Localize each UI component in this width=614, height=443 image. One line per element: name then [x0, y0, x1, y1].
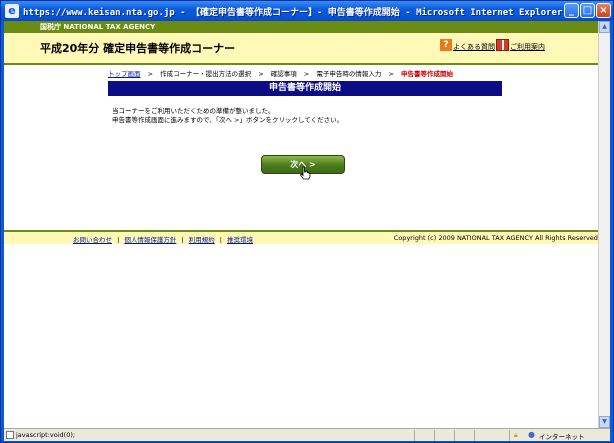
lock-icon: 🔒︎ [514, 431, 518, 439]
section-heading: 申告書等作成開始 [108, 81, 502, 96]
scroll-up-icon[interactable]: ▲ [599, 21, 610, 33]
breadcrumb-separator: > [258, 70, 264, 78]
header-divider [4, 63, 610, 65]
ie-icon: e [5, 4, 19, 18]
maximize-button[interactable]: □ [580, 3, 595, 18]
breadcrumb-item-confirm: 確認事項 [270, 70, 297, 78]
page-header: 平成20年分 確定申告書等作成コーナー ? よくある質問 ご利用案内 [4, 33, 610, 63]
internet-zone-icon: ● [528, 430, 535, 439]
guide-link[interactable]: ご利用案内 [510, 42, 545, 52]
breadcrumb-item-method: 作成コーナー・提出方法の選択 [160, 70, 252, 78]
title-bar[interactable]: e https://www.keisan.nta.go.jp - 【確定申告書等… [1, 1, 613, 21]
page-icon [6, 431, 14, 439]
breadcrumb: トップ画面 > 作成コーナー・提出方法の選択 > 確認事項 > 電子申告時の情報… [108, 68, 453, 78]
hand-cursor-icon [299, 166, 311, 180]
breadcrumb-separator: > [388, 70, 394, 78]
status-divider [454, 430, 455, 441]
footer-separator: | [181, 236, 184, 244]
page-footer: お問い合わせ | 個人情報保護方針 | 利用規約 | 推奨環境 Copyrigh… [4, 232, 610, 244]
footer-link-contact[interactable]: お問い合わせ [73, 236, 112, 244]
agency-name: 国税庁 NATIONAL TAX AGENCY [40, 23, 156, 31]
breadcrumb-top-link[interactable]: トップ画面 [108, 70, 141, 78]
page-title: 平成20年分 確定申告書等作成コーナー [40, 42, 236, 55]
message-text: 当コーナーをご利用いただくための準備が整いました。 申告書等作成画面に進みますの… [112, 107, 343, 125]
footer-separator: | [219, 236, 222, 244]
footer-link-terms[interactable]: 利用規約 [189, 236, 215, 244]
vertical-scrollbar[interactable]: ▲ ▼ [598, 21, 610, 428]
close-button[interactable]: × [596, 3, 611, 18]
page-content: 国税庁 NATIONAL TAX AGENCY 平成20年分 確定申告書等作成コ… [4, 21, 610, 428]
status-text: javascript:void(0); [16, 431, 76, 439]
browser-window: e https://www.keisan.nta.go.jp - 【確定申告書等… [0, 0, 614, 443]
copyright: Copyright (c) 2009 NATIONAL TAX AGENCY A… [393, 234, 600, 242]
breadcrumb-separator: > [303, 70, 310, 78]
security-zone: インターネット [539, 433, 585, 441]
breadcrumb-current: 申告書等作成開始 [400, 70, 453, 78]
footer-links: お問い合わせ | 個人情報保護方針 | 利用規約 | 推奨環境 [73, 234, 253, 244]
footer-separator: | [117, 236, 120, 244]
minimize-button[interactable]: _ [564, 3, 579, 18]
status-divider [434, 430, 435, 441]
status-divider [414, 430, 415, 441]
footer-link-environment[interactable]: 推奨環境 [227, 236, 253, 244]
status-divider [509, 430, 510, 441]
window-title: https://www.keisan.nta.go.jp - 【確定申告書等作成… [23, 8, 563, 18]
breadcrumb-separator: > [147, 70, 154, 78]
breadcrumb-item-etax: 電子申告時の情報入力 [316, 70, 382, 78]
message-line-2: 申告書等作成画面に進みますので、「次へ >」ボタンをクリックしてください。 [112, 116, 344, 124]
message-line-1: 当コーナーをご利用いただくための準備が整いました。 [112, 107, 275, 115]
scroll-down-icon[interactable]: ▼ [599, 416, 610, 428]
faq-icon[interactable]: ? [440, 39, 452, 51]
agency-bar: 国税庁 NATIONAL TAX AGENCY [4, 21, 610, 33]
status-divider [474, 430, 475, 441]
status-bar: javascript:void(0); 🔒︎ ● インターネット [4, 428, 610, 441]
faq-link[interactable]: よくある質問 [453, 42, 495, 52]
guide-icon[interactable] [496, 39, 509, 51]
footer-link-privacy[interactable]: 個人情報保護方針 [124, 236, 176, 244]
